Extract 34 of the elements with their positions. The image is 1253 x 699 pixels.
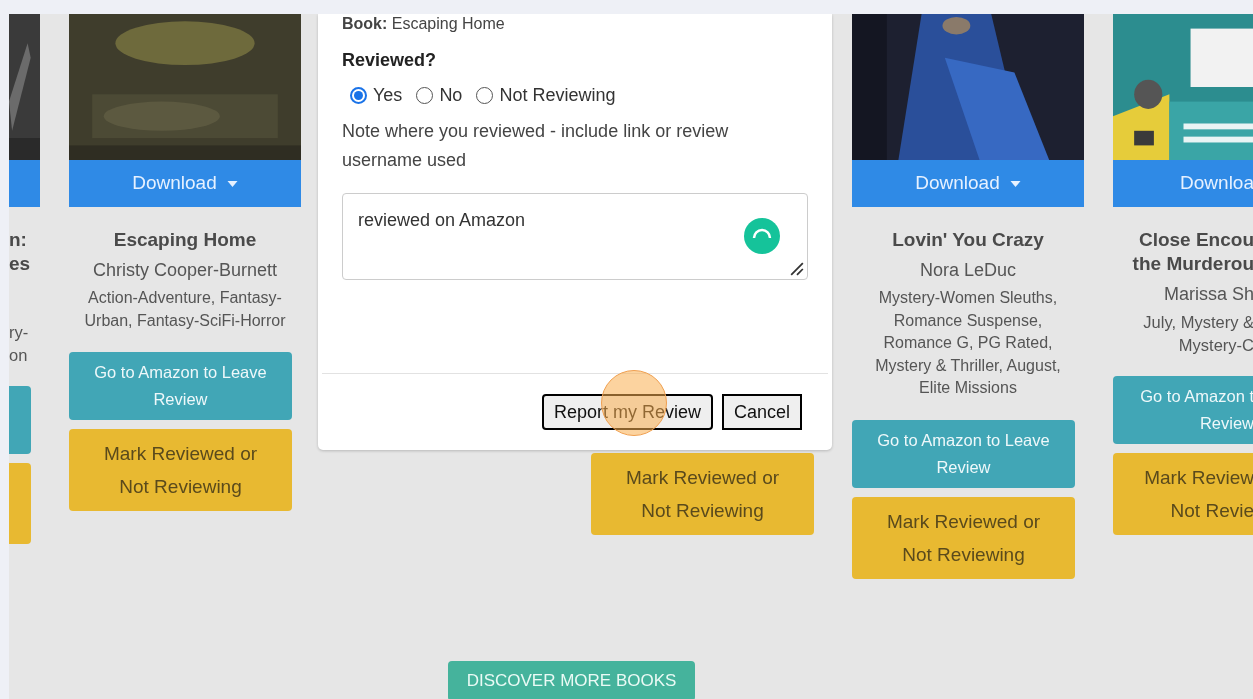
book-title: Close Encou the Murderou — [1132, 228, 1253, 276]
report-review-button[interactable]: Report my Review — [541, 394, 713, 430]
radio-label: No — [439, 84, 463, 107]
book-title: Escaping Home — [112, 228, 258, 252]
download-button[interactable]: Download — [69, 160, 301, 207]
book-author: Nora LeDuc — [918, 259, 1017, 282]
mark-reviewed-button[interactable]: Mark Reviewed or Not Reviewing — [852, 496, 1075, 579]
book-author: Marissa Sh — [1163, 283, 1253, 306]
mark-reviewed-button[interactable]: Mark Reviewed or Not Reviewing — [69, 429, 292, 511]
caret-icon — [226, 180, 238, 187]
amazon-review-button[interactable]: Go to Amazon to Leave Review — [852, 419, 1075, 488]
amazon-review-button[interactable]: Go to Amazon to Leave Review — [69, 352, 292, 420]
review-field[interactable]: reviewed on Amazon — [342, 193, 808, 280]
book-label: Book: Escaping Home — [342, 14, 506, 33]
cancel-button[interactable]: Cancel — [721, 394, 802, 430]
book-genres: ry- on — [9, 322, 29, 366]
radio-button[interactable] — [416, 87, 434, 104]
question-label: Reviewed? — [342, 49, 438, 72]
note-label: Note where you reviewed - include link or review username used — [342, 120, 730, 172]
book-author: Christy Cooper-Burnett — [91, 259, 279, 282]
radio-button[interactable] — [476, 87, 494, 104]
mark-reviewed-button[interactable]: Mark Reviewed or Not Reviewing — [591, 453, 814, 535]
book-genres: Mystery-Women Sleuths, Romance Suspense, Romance G, PG Rated, Mystery & Thriller, August, Elite Missions — [874, 288, 1062, 398]
radio-label: Yes — [373, 84, 403, 107]
download-button[interactable]: Download — [852, 160, 1084, 207]
assistant-icon — [744, 218, 780, 254]
book-title: n: es — [9, 228, 31, 276]
radio-button[interactable] — [350, 87, 367, 104]
resize-grip-icon[interactable] — [790, 262, 804, 276]
radio-label: Not Reviewing — [499, 84, 616, 107]
book-genres: Action-Adventure, Fantasy-Urban, Fantasy-SciFi-Horror — [83, 288, 287, 331]
book-title: Lovin' You Crazy — [891, 228, 1045, 252]
caret-icon — [1009, 180, 1021, 187]
book-genres: July, Mystery & Mystery-C — [1143, 312, 1253, 356]
